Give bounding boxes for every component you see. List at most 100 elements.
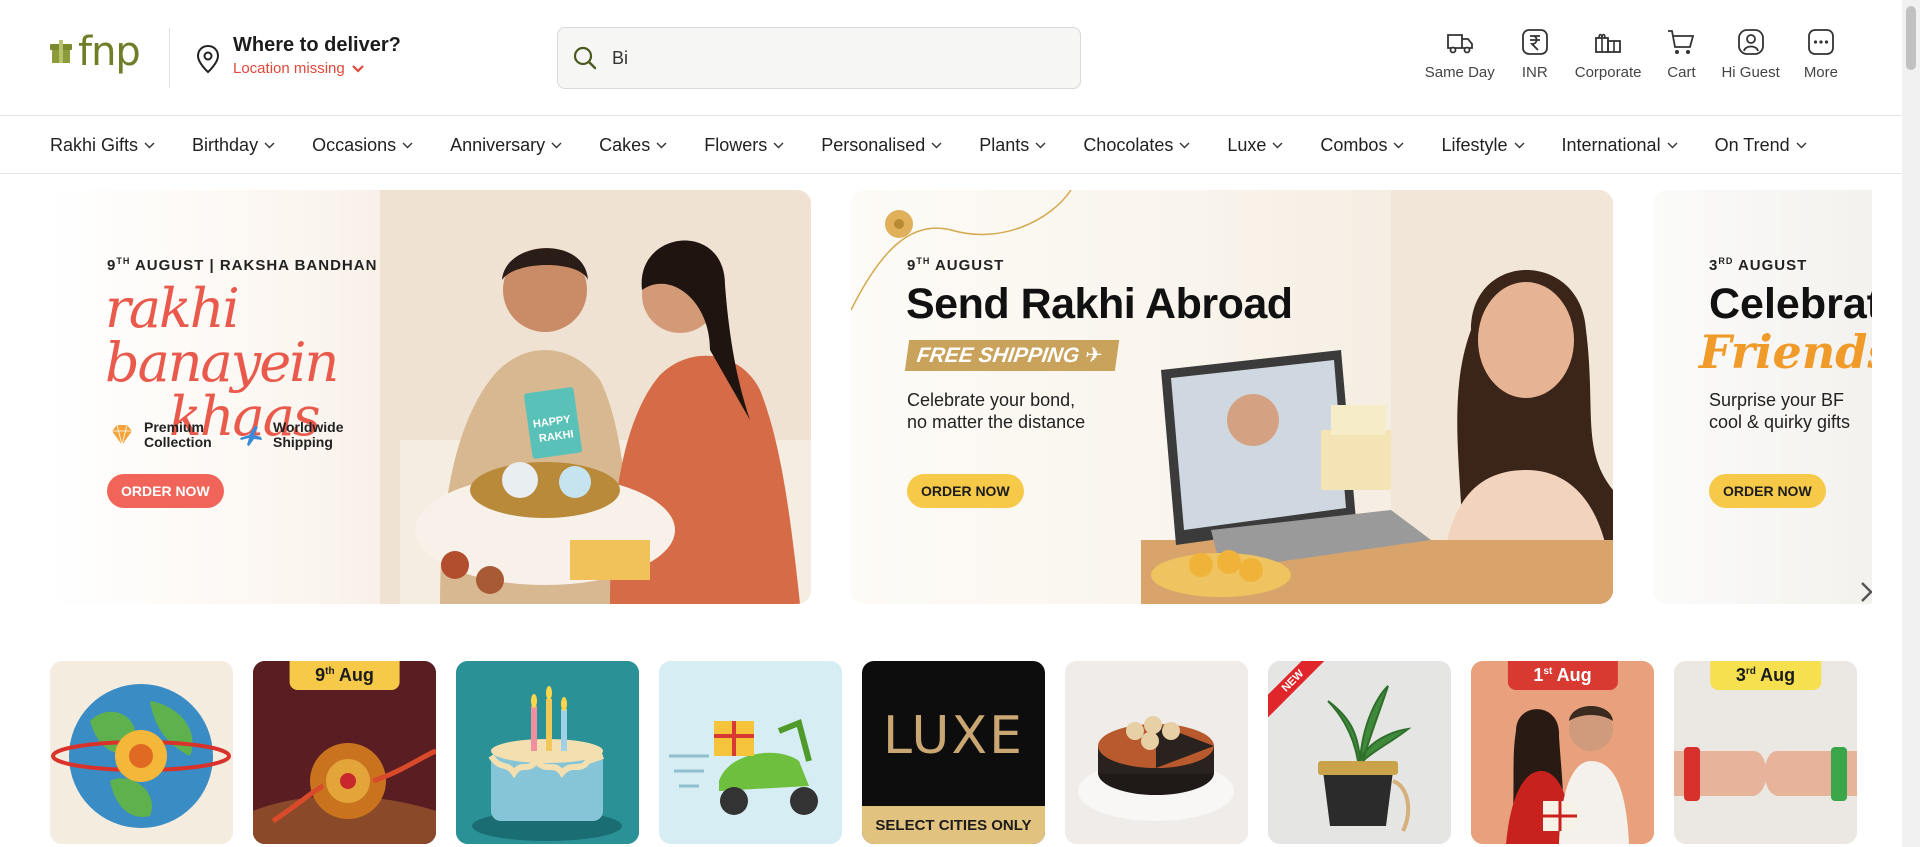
feature-worldwide-shipping: Worldwide Shipping	[237, 420, 344, 450]
nav-item-personalised[interactable]: Personalised	[821, 135, 942, 156]
nav-label: On Trend	[1714, 134, 1790, 155]
action-label: Same Day	[1424, 64, 1495, 81]
diamond-icon	[112, 424, 132, 446]
tile-birthday-cake[interactable]	[456, 661, 639, 844]
airplane-icon	[240, 426, 262, 446]
nav-item-occasions[interactable]: Occasions	[312, 135, 413, 156]
banner-subtext: Celebrate your bond, no matter the distan…	[907, 390, 1086, 432]
order-now-button[interactable]: ORDER NOW	[1709, 474, 1826, 508]
nav-label: Anniversary	[450, 134, 546, 155]
chevron-down-icon	[1272, 142, 1283, 148]
nav-label: Plants	[979, 134, 1030, 155]
gift-logo-icon	[50, 40, 72, 64]
banner-subtext: Surprise your BF cool & quirky gifts	[1709, 390, 1851, 432]
search-icon	[573, 46, 597, 70]
order-now-button[interactable]: ORDER NOW	[907, 474, 1024, 508]
user-icon	[1737, 29, 1764, 55]
tile-friendship-couple[interactable]: 1st Aug	[1471, 661, 1654, 844]
action-label: Corporate	[1574, 64, 1642, 81]
nav-item-rakhi-gifts[interactable]: Rakhi Gifts	[50, 135, 155, 156]
banner-date: 9TH AUGUST	[907, 256, 1005, 274]
tile-international[interactable]	[50, 661, 233, 844]
nav-label: International	[1561, 134, 1661, 155]
nav-item-flowers[interactable]: Flowers	[704, 135, 784, 156]
hero-carousel: HAPPY RAKHI 9TH AUGUST | RAKSHA BANDHAN …	[0, 190, 1872, 604]
page-scrollbar[interactable]	[1902, 0, 1920, 847]
date-tag: 1st Aug	[1507, 661, 1618, 690]
order-now-button[interactable]: ORDER NOW	[107, 474, 224, 508]
action-label: More	[1803, 64, 1838, 81]
rupee-icon	[1521, 29, 1548, 55]
nav-item-luxe[interactable]: Luxe	[1227, 135, 1283, 156]
nav-item-birthday[interactable]: Birthday	[192, 135, 275, 156]
carousel-next-icon[interactable]	[1854, 580, 1872, 604]
category-nav: Rakhi Gifts Birthday Occasions Anniversa…	[0, 116, 1920, 174]
nav-label: Personalised	[821, 134, 926, 155]
logo-text: fnp	[78, 29, 141, 75]
search-bar[interactable]	[557, 27, 1081, 89]
more-button[interactable]: More	[1792, 26, 1850, 81]
banner-date: 9TH AUGUST | RAKSHA BANDHAN	[107, 256, 378, 274]
tile-same-day-delivery[interactable]	[659, 661, 842, 844]
tile-luxe[interactable]: LUXE SELECT CITIES ONLY	[862, 661, 1045, 844]
location-status[interactable]: Location missing	[233, 58, 401, 80]
chevron-down-icon	[264, 142, 275, 148]
chevron-down-icon	[656, 142, 667, 148]
scrollbar-thumb[interactable]	[1906, 6, 1916, 70]
nav-item-international[interactable]: International	[1562, 135, 1678, 156]
nav-label: Flowers	[704, 134, 768, 155]
location-status-text: Location missing	[233, 60, 345, 77]
corporate-button[interactable]: Corporate	[1563, 26, 1654, 81]
nav-item-on-trend[interactable]: On Trend	[1715, 135, 1807, 156]
banner-friendship-day[interactable]: 3RD AUGUST Celebrat Friendsh Surprise yo…	[1653, 190, 1872, 604]
tile-cakes[interactable]	[1065, 661, 1248, 844]
tile-rakhi[interactable]: 9th Aug	[253, 661, 436, 844]
globe-rakhi-icon	[51, 684, 231, 828]
nav-item-plants[interactable]: Plants	[979, 135, 1046, 156]
account-button[interactable]: Hi Guest	[1709, 26, 1791, 81]
banner-send-rakhi-abroad[interactable]: 9TH AUGUST Send Rakhi Abroad FREE SHIPPI…	[851, 190, 1613, 604]
tile-plants[interactable]: NEW	[1268, 661, 1451, 844]
fnp-logo[interactable]: fnp	[50, 29, 141, 75]
date-tag: 3rd Aug	[1709, 661, 1822, 690]
couple-with-rakhi-illustration: HAPPY RAKHI	[380, 190, 811, 604]
delivery-location-selector[interactable]: Where to deliver? Location missing	[195, 32, 401, 80]
cart-button[interactable]: Cart	[1653, 26, 1709, 81]
chevron-down-icon	[551, 142, 562, 148]
cart-icon	[1668, 30, 1695, 54]
nav-label: Rakhi Gifts	[50, 134, 139, 155]
chevron-down-icon	[1667, 142, 1678, 148]
script-line-1: rakhi banayein	[105, 277, 339, 394]
chevron-down-icon	[351, 65, 364, 73]
luxe-title: LUXE	[883, 706, 1024, 766]
nav-label: Lifestyle	[1441, 134, 1508, 155]
chevron-down-icon	[931, 142, 942, 148]
chevron-down-icon	[773, 142, 784, 148]
nav-item-lifestyle[interactable]: Lifestyle	[1441, 135, 1524, 156]
more-icon	[1808, 29, 1834, 55]
nav-item-anniversary[interactable]: Anniversary	[450, 135, 562, 156]
banner-raksha-bandhan[interactable]: HAPPY RAKHI 9TH AUGUST | RAKSHA BANDHAN …	[50, 190, 811, 604]
chevron-down-icon	[144, 142, 155, 148]
banner-headline: Send Rakhi Abroad	[906, 280, 1293, 328]
tile-friendship-bands[interactable]: 3rd Aug	[1674, 661, 1857, 844]
nav-item-cakes[interactable]: Cakes	[599, 135, 667, 156]
header-actions: Same Day INR Corporate Cart Hi Guest Mor…	[1413, 26, 1850, 81]
birthday-cake-icon	[456, 661, 639, 844]
action-label: Cart	[1667, 64, 1696, 81]
chevron-down-icon	[1393, 142, 1404, 148]
nav-item-combos[interactable]: Combos	[1320, 135, 1404, 156]
truck-icon	[1446, 34, 1473, 54]
nav-label: Occasions	[312, 134, 397, 155]
action-label: Hi Guest	[1721, 64, 1780, 81]
chevron-down-icon	[402, 142, 413, 148]
nav-item-chocolates[interactable]: Chocolates	[1083, 135, 1190, 156]
chevron-down-icon	[1796, 142, 1807, 148]
feature-premium-collection: Premium Collection	[108, 420, 212, 450]
search-input[interactable]	[612, 47, 1052, 69]
nav-label: Cakes	[599, 134, 651, 155]
chevron-down-icon	[1035, 142, 1046, 148]
currency-button[interactable]: INR	[1507, 26, 1563, 81]
scooter-delivery-icon	[659, 661, 842, 844]
same-day-button[interactable]: Same Day	[1413, 26, 1507, 81]
